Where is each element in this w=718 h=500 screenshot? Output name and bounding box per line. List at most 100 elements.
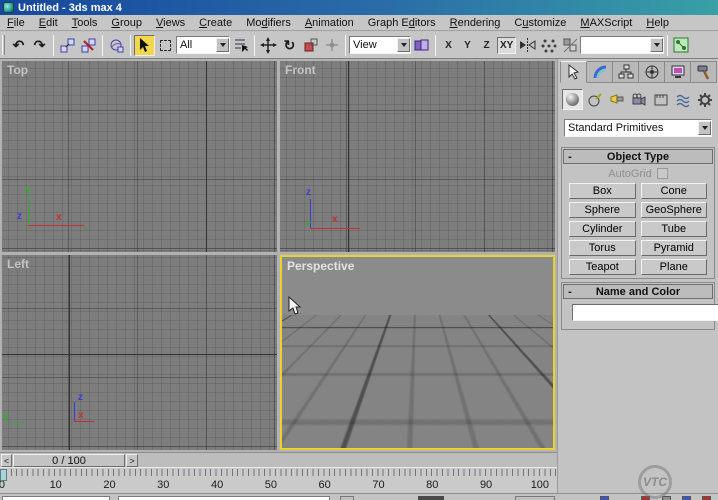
time-slider-track[interactable]: < 0 / 100 >: [0, 452, 557, 467]
named-selection-sets-dropdown[interactable]: [580, 36, 665, 54]
restrict-to-xy-plane-button[interactable]: XY: [497, 36, 517, 54]
viewport-perspective-label[interactable]: Perspective: [287, 259, 354, 273]
tab-utilities[interactable]: [691, 61, 717, 83]
category-helpers[interactable]: [650, 89, 671, 110]
menu-item[interactable]: File: [0, 16, 32, 30]
redo-button[interactable]: ↷: [29, 35, 50, 56]
bind-to-space-warp-button[interactable]: [106, 35, 127, 56]
object-type-button[interactable]: Tube: [640, 221, 707, 237]
object-type-button[interactable]: GeoSphere: [640, 202, 707, 218]
object-type-button[interactable]: Torus: [569, 240, 636, 256]
category-cameras[interactable]: [628, 89, 649, 110]
viewport-front[interactable]: Front z x: [280, 61, 555, 252]
viewport-left-label[interactable]: Left: [7, 257, 29, 271]
select-and-manipulate-button[interactable]: [321, 35, 342, 56]
animation-control-icon[interactable]: [682, 496, 691, 500]
object-type-button[interactable]: Plane: [640, 259, 707, 275]
space-warps-icon: [676, 94, 689, 107]
menu-item[interactable]: MAXScript: [573, 16, 639, 30]
helpers-icon: [654, 94, 667, 105]
menu-item[interactable]: Graph Editors: [361, 16, 443, 30]
object-type-button[interactable]: Box: [569, 183, 636, 199]
restrict-to-z-button[interactable]: Z: [478, 37, 495, 54]
array-button[interactable]: [538, 35, 559, 56]
systems-gear-icon: [697, 92, 712, 107]
tab-hierarchy[interactable]: [613, 61, 639, 83]
tab-create[interactable]: [560, 61, 587, 83]
menu-item[interactable]: Create: [192, 16, 239, 30]
camera-icon: [632, 93, 645, 106]
align-button[interactable]: [559, 35, 580, 56]
time-slider-handle[interactable]: 0 / 100: [13, 454, 125, 467]
tab-display[interactable]: [665, 61, 691, 83]
restrict-to-x-button[interactable]: X: [440, 37, 457, 54]
previous-frame-button[interactable]: <: [1, 454, 12, 467]
track-bar[interactable]: 0 10 20 30 40 50 60 70 80 90 100: [0, 467, 557, 493]
chevron-down-icon[interactable]: [650, 38, 664, 52]
mirror-button[interactable]: [517, 35, 538, 56]
category-shapes[interactable]: [584, 89, 605, 110]
toolbar-separator: [345, 34, 346, 56]
unlink-selection-button[interactable]: [78, 35, 99, 56]
toolbar-drag-handle[interactable]: [2, 35, 5, 55]
object-type-button[interactable]: Pyramid: [640, 240, 707, 256]
axis-label-x: x: [78, 410, 84, 421]
command-panel: Standard Primitives - Object Type AutoGr…: [557, 59, 718, 499]
axis-label-z: z: [17, 211, 22, 222]
tab-modify[interactable]: [587, 61, 613, 83]
select-and-scale-button[interactable]: [300, 35, 321, 56]
category-geometry[interactable]: [562, 89, 583, 110]
viewport-front-label[interactable]: Front: [285, 63, 316, 77]
object-type-button[interactable]: Sphere: [569, 202, 636, 218]
menu-item[interactable]: Tools: [65, 16, 105, 30]
grid-axis-line: [282, 354, 553, 355]
category-lights[interactable]: [606, 89, 627, 110]
category-space-warps[interactable]: [672, 89, 693, 110]
chevron-down-icon[interactable]: [216, 38, 229, 52]
open-schematic-view-button[interactable]: [671, 35, 692, 56]
menu-item[interactable]: Edit: [32, 16, 65, 30]
object-type-button[interactable]: Cylinder: [569, 221, 636, 237]
undo-button[interactable]: ↶: [8, 35, 29, 56]
viewport-left[interactable]: Left z y x: [2, 255, 277, 450]
animation-control-icon[interactable]: [600, 496, 609, 500]
viewport-top-label[interactable]: Top: [7, 63, 28, 77]
category-systems[interactable]: [694, 89, 715, 110]
menu-item[interactable]: Modifiers: [239, 16, 298, 30]
use-pivot-point-button[interactable]: [411, 35, 432, 56]
menu-item[interactable]: Views: [149, 16, 192, 30]
menu-item[interactable]: Group: [104, 16, 149, 30]
move-icon: [260, 36, 277, 54]
select-and-rotate-button[interactable]: ↻: [279, 35, 300, 56]
next-frame-button[interactable]: >: [126, 454, 138, 467]
select-and-move-button[interactable]: [258, 35, 279, 56]
reference-coordinate-system-dropdown[interactable]: View: [349, 36, 411, 54]
time-position-marker[interactable]: [0, 469, 7, 481]
object-name-input[interactable]: [572, 304, 718, 321]
selection-filter-dropdown[interactable]: All: [176, 36, 230, 54]
object-type-button[interactable]: Teapot: [569, 259, 636, 275]
select-by-name-button[interactable]: [230, 35, 251, 56]
rectangular-selection-region-button[interactable]: [155, 35, 176, 56]
viewport-top[interactable]: Top y z x: [2, 61, 277, 252]
menu-item[interactable]: Help: [639, 16, 676, 30]
chevron-down-icon[interactable]: [698, 121, 711, 135]
animation-control-icon[interactable]: [702, 496, 711, 500]
mirror-icon: [520, 37, 536, 52]
restrict-to-y-button[interactable]: Y: [459, 37, 476, 54]
menu-item[interactable]: Rendering: [443, 16, 508, 30]
name-and-color-rollout-header[interactable]: - Name and Color: [563, 284, 713, 299]
status-field: [418, 496, 444, 500]
select-and-link-button[interactable]: [57, 35, 78, 56]
menu-item[interactable]: Animation: [298, 16, 361, 30]
select-object-button[interactable]: [134, 34, 155, 56]
pivot-point-icon: [414, 39, 429, 50]
chevron-down-icon[interactable]: [397, 38, 410, 52]
autogrid-checkbox[interactable]: [656, 168, 668, 179]
subcategory-dropdown[interactable]: Standard Primitives: [564, 119, 712, 137]
object-type-button[interactable]: Cone: [640, 183, 707, 199]
object-type-rollout-header[interactable]: - Object Type: [563, 149, 713, 164]
menu-item[interactable]: Customize: [507, 16, 573, 30]
tab-motion[interactable]: [639, 61, 665, 83]
viewport-perspective[interactable]: Perspective z x: [280, 255, 555, 450]
